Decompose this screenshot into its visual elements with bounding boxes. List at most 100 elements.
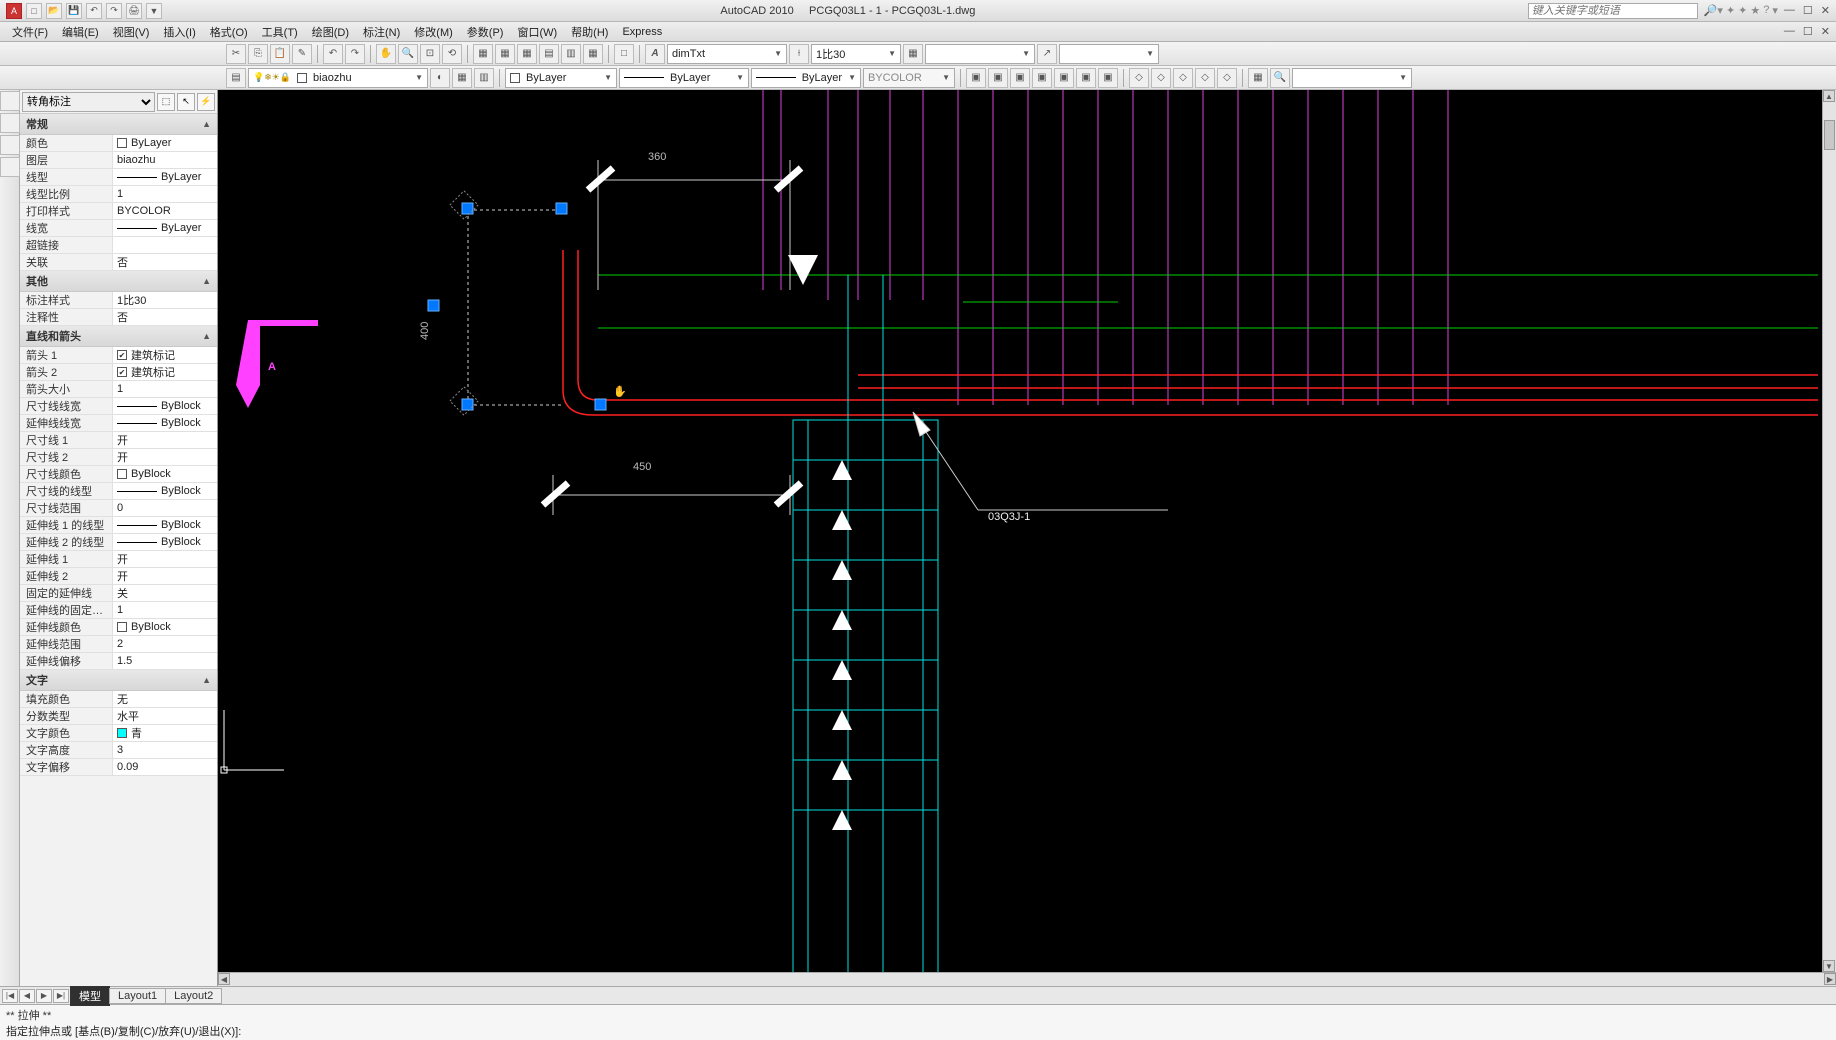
tb-text-style[interactable]: A	[645, 44, 665, 64]
toggle-pickadd[interactable]: ⬚	[157, 93, 175, 111]
new-button[interactable]: □	[26, 3, 42, 19]
tb-id[interactable]: ◇	[1217, 68, 1237, 88]
tb-copy[interactable]: ⎘	[248, 44, 268, 64]
scroll-thumb-v[interactable]	[1824, 120, 1835, 150]
tab-layout1[interactable]: Layout1	[109, 988, 166, 1004]
prop-value[interactable]: 1.5	[112, 653, 217, 669]
prop-section-文字[interactable]: 文字▲	[20, 670, 217, 691]
layer-properties-button[interactable]: ▤	[226, 68, 246, 88]
prop-value[interactable]: 否	[112, 309, 217, 325]
menu-window[interactable]: 窗口(W)	[511, 22, 563, 42]
scroll-left-button[interactable]: ◀	[218, 973, 230, 985]
prop-value[interactable]: ByBlock	[112, 517, 217, 533]
tb-design[interactable]: ▦	[495, 44, 515, 64]
tb-sel-sim[interactable]: ▦	[1248, 68, 1268, 88]
tb-redo2[interactable]: ↷	[345, 44, 365, 64]
tab-model[interactable]: 模型	[70, 986, 110, 1006]
tb-match[interactable]: ✎	[292, 44, 312, 64]
qat-dropdown[interactable]: ▼	[146, 3, 162, 19]
horizontal-scrollbar[interactable]: ◀ ▶	[218, 972, 1836, 986]
menu-draw[interactable]: 绘图(D)	[306, 22, 355, 42]
vertical-scrollbar[interactable]: ▲ ▼	[1822, 90, 1836, 972]
tb-paste[interactable]: 📋	[270, 44, 290, 64]
prop-value[interactable]: biaozhu	[112, 152, 217, 168]
help-search-input[interactable]	[1528, 3, 1698, 19]
tb-sheet[interactable]: ▤	[539, 44, 559, 64]
vt-pline[interactable]	[0, 113, 20, 133]
tb-cut[interactable]: ✂	[226, 44, 246, 64]
tb-create-block[interactable]: ▣	[988, 68, 1008, 88]
tb-qselect[interactable]: 🔍	[1270, 68, 1290, 88]
linetype-select[interactable]: ByLayer▼	[619, 68, 749, 88]
prop-value[interactable]: 开	[112, 551, 217, 567]
scroll-down-button[interactable]: ▼	[1823, 960, 1835, 972]
prop-value[interactable]: 关	[112, 585, 217, 601]
tb-zoom-realtime[interactable]: 🔍	[398, 44, 418, 64]
save-button[interactable]: 💾	[66, 3, 82, 19]
tb-zoom-prev[interactable]: ⟲	[442, 44, 462, 64]
table-style-select[interactable]: ▼	[925, 44, 1035, 64]
tb-zoom-window[interactable]: ⊡	[420, 44, 440, 64]
prop-value[interactable]: 开	[112, 432, 217, 448]
subscription-icon[interactable]: ✦	[1726, 4, 1735, 17]
tb-undo2[interactable]: ↶	[323, 44, 343, 64]
prop-value[interactable]: 3	[112, 742, 217, 758]
layer-states[interactable]: ▦	[452, 68, 472, 88]
plotstyle-select[interactable]: BYCOLOR▼	[863, 68, 955, 88]
favorites-icon[interactable]: ★	[1750, 4, 1760, 17]
prop-value[interactable]: ByLayer	[112, 220, 217, 236]
prop-value[interactable]: 2	[112, 636, 217, 652]
mdi-close[interactable]: ✕	[1821, 25, 1830, 38]
menu-express[interactable]: Express	[616, 24, 668, 40]
select-objects[interactable]: ↖	[177, 93, 195, 111]
tb-table-style[interactable]: ▦	[903, 44, 923, 64]
prop-value[interactable]: 1比30	[112, 292, 217, 308]
tb-xref[interactable]: ▣	[1076, 68, 1096, 88]
prop-value[interactable]: ByLayer	[112, 135, 217, 151]
selection-type-select[interactable]: 转角标注	[22, 92, 155, 112]
scroll-up-button[interactable]: ▲	[1823, 90, 1835, 102]
help-icon[interactable]: ?	[1763, 4, 1769, 17]
mdi-restore[interactable]: ☐	[1803, 25, 1813, 38]
vt-line[interactable]	[0, 91, 20, 111]
prop-section-直线和箭头[interactable]: 直线和箭头▲	[20, 326, 217, 347]
tb-prop[interactable]: ▦	[473, 44, 493, 64]
prop-value[interactable]: ByBlock	[112, 483, 217, 499]
tb-markup[interactable]: ▥	[561, 44, 581, 64]
menu-edit[interactable]: 编辑(E)	[56, 22, 105, 42]
menu-format[interactable]: 格式(O)	[204, 22, 254, 42]
text-style-select[interactable]: dimTxt▼	[667, 44, 787, 64]
prop-value[interactable]: 否	[112, 254, 217, 270]
menu-modify[interactable]: 修改(M)	[408, 22, 459, 42]
prop-value[interactable]: 1	[112, 381, 217, 397]
color-select[interactable]: ByLayer▼	[505, 68, 617, 88]
prop-value[interactable]: 无	[112, 691, 217, 707]
layer-iso[interactable]: ▥	[474, 68, 494, 88]
prop-section-常规[interactable]: 常规▲	[20, 114, 217, 135]
tb-mleader-style[interactable]: ↗	[1037, 44, 1057, 64]
mleader-style-select[interactable]: ▼	[1059, 44, 1159, 64]
tb-block[interactable]: □	[614, 44, 634, 64]
prop-value[interactable]: 水平	[112, 708, 217, 724]
menu-view[interactable]: 视图(V)	[107, 22, 156, 42]
tab-nav-prev[interactable]: ◀	[19, 989, 35, 1003]
scroll-right-button[interactable]: ▶	[1824, 973, 1836, 985]
quick-select[interactable]: ⚡	[197, 93, 215, 111]
tb-edit-block[interactable]: ▣	[1010, 68, 1030, 88]
vt-arc[interactable]	[0, 157, 20, 177]
lineweight-select[interactable]: ByLayer▼	[751, 68, 861, 88]
prop-value[interactable]: ByBlock	[112, 415, 217, 431]
prop-value[interactable]: ✔建筑标记	[112, 347, 217, 363]
prop-value[interactable]: 1	[112, 602, 217, 618]
tb-insert[interactable]: ▣	[966, 68, 986, 88]
autocad-menu-button[interactable]: A	[6, 3, 22, 19]
prop-value[interactable]: ByBlock	[112, 398, 217, 414]
layer-prev[interactable]: ◐	[430, 68, 450, 88]
print-button[interactable]: 🖨	[126, 3, 142, 19]
tb-region[interactable]: ◇	[1173, 68, 1193, 88]
group-select[interactable]: ▼	[1292, 68, 1412, 88]
prop-value[interactable]: 0	[112, 500, 217, 516]
prop-value[interactable]: ByBlock	[112, 466, 217, 482]
menu-insert[interactable]: 插入(I)	[157, 22, 201, 42]
tab-nav-next[interactable]: ▶	[36, 989, 52, 1003]
